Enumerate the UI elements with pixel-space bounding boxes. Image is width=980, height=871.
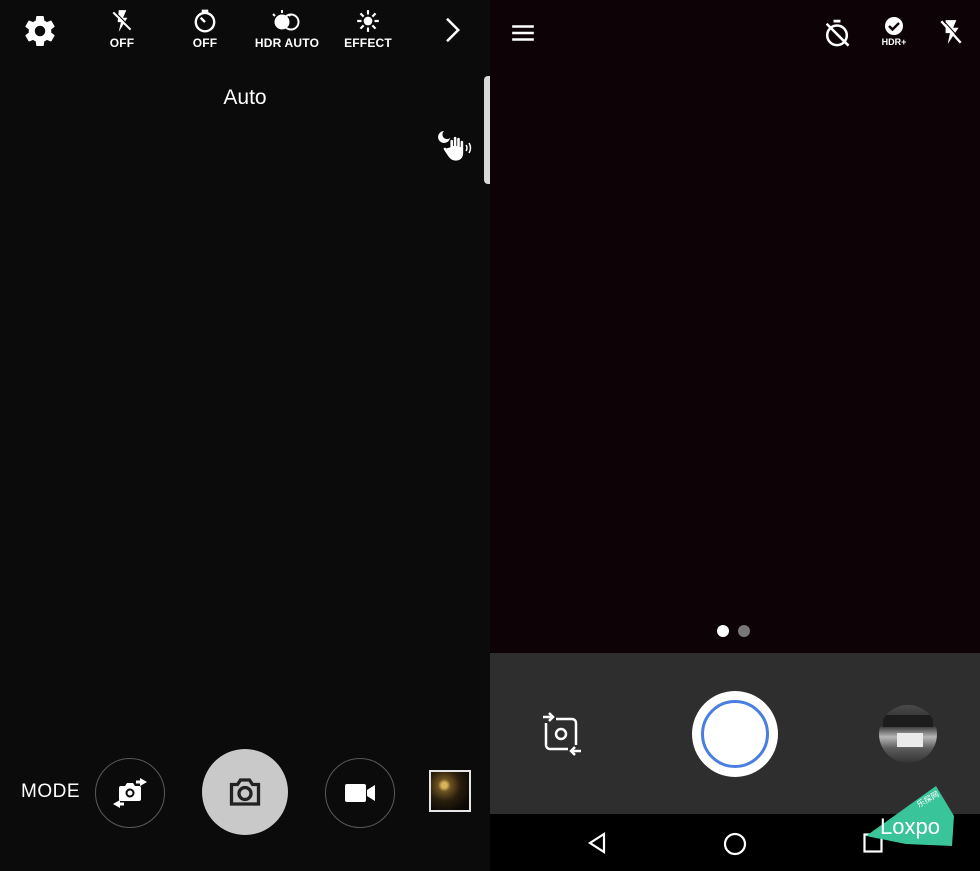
page-indicator [717,625,750,637]
watermark-text: Loxpo [880,814,940,839]
shooting-mode-label: Auto [223,86,267,109]
home-circle-icon [723,832,747,856]
menu-button[interactable] [510,20,536,51]
back-button[interactable] [587,831,607,859]
timer-button[interactable]: OFF [170,8,240,56]
shutter-button[interactable] [202,749,288,835]
flash-off-icon [940,19,963,44]
mode-button[interactable]: MODE [21,781,80,803]
right-camera-app: HDR+ [490,0,980,871]
palm-gesture-icon [436,129,474,170]
switch-camera-button[interactable] [540,711,584,764]
record-video-button[interactable] [325,758,395,828]
home-button[interactable] [723,832,747,861]
page-dot-active [717,625,729,637]
effect-label: EFFECT [344,36,392,50]
timer-off-icon [825,19,850,47]
page-dot [738,625,750,637]
gallery-thumbnail[interactable] [429,770,471,812]
flash-button[interactable]: OFF [87,8,157,56]
hdr-label: HDR AUTO [254,36,320,50]
chevron-right-icon [446,17,461,43]
flash-button[interactable] [938,18,964,51]
gallery-thumbnail[interactable] [879,705,937,763]
effect-button[interactable]: EFFECT [333,8,403,56]
video-camera-icon [345,784,375,802]
effect-icon [357,10,379,32]
camera-icon [229,778,261,806]
hamburger-menu-icon [512,25,534,41]
timer-label: OFF [192,36,218,50]
loxpo-watermark: 乐探网 Loxpo [866,784,980,846]
timer-button[interactable] [823,18,851,53]
switch-camera-button[interactable] [95,758,165,828]
hdr-icon [272,10,300,31]
hdr-plus-button[interactable]: HDR+ [877,16,911,47]
timer-icon [194,9,216,33]
flash-off-icon [112,10,133,32]
gear-icon [25,15,55,46]
flash-label: OFF [109,36,135,50]
settings-button[interactable] [5,8,75,56]
hdr-plus-label: HDR+ [881,37,907,47]
back-triangle-icon [587,831,606,855]
left-camera-app: OFF OFF HDR AUTO EFFECT Auto MODE [0,0,490,871]
switch-camera-icon [113,778,147,808]
shutter-button[interactable] [692,691,778,777]
more-options-button[interactable] [417,8,487,56]
hdr-button[interactable]: HDR AUTO [252,8,322,56]
rotate-camera-icon [542,712,582,756]
hdr-plus-check-icon [885,17,903,35]
shutter-ring [701,700,769,768]
